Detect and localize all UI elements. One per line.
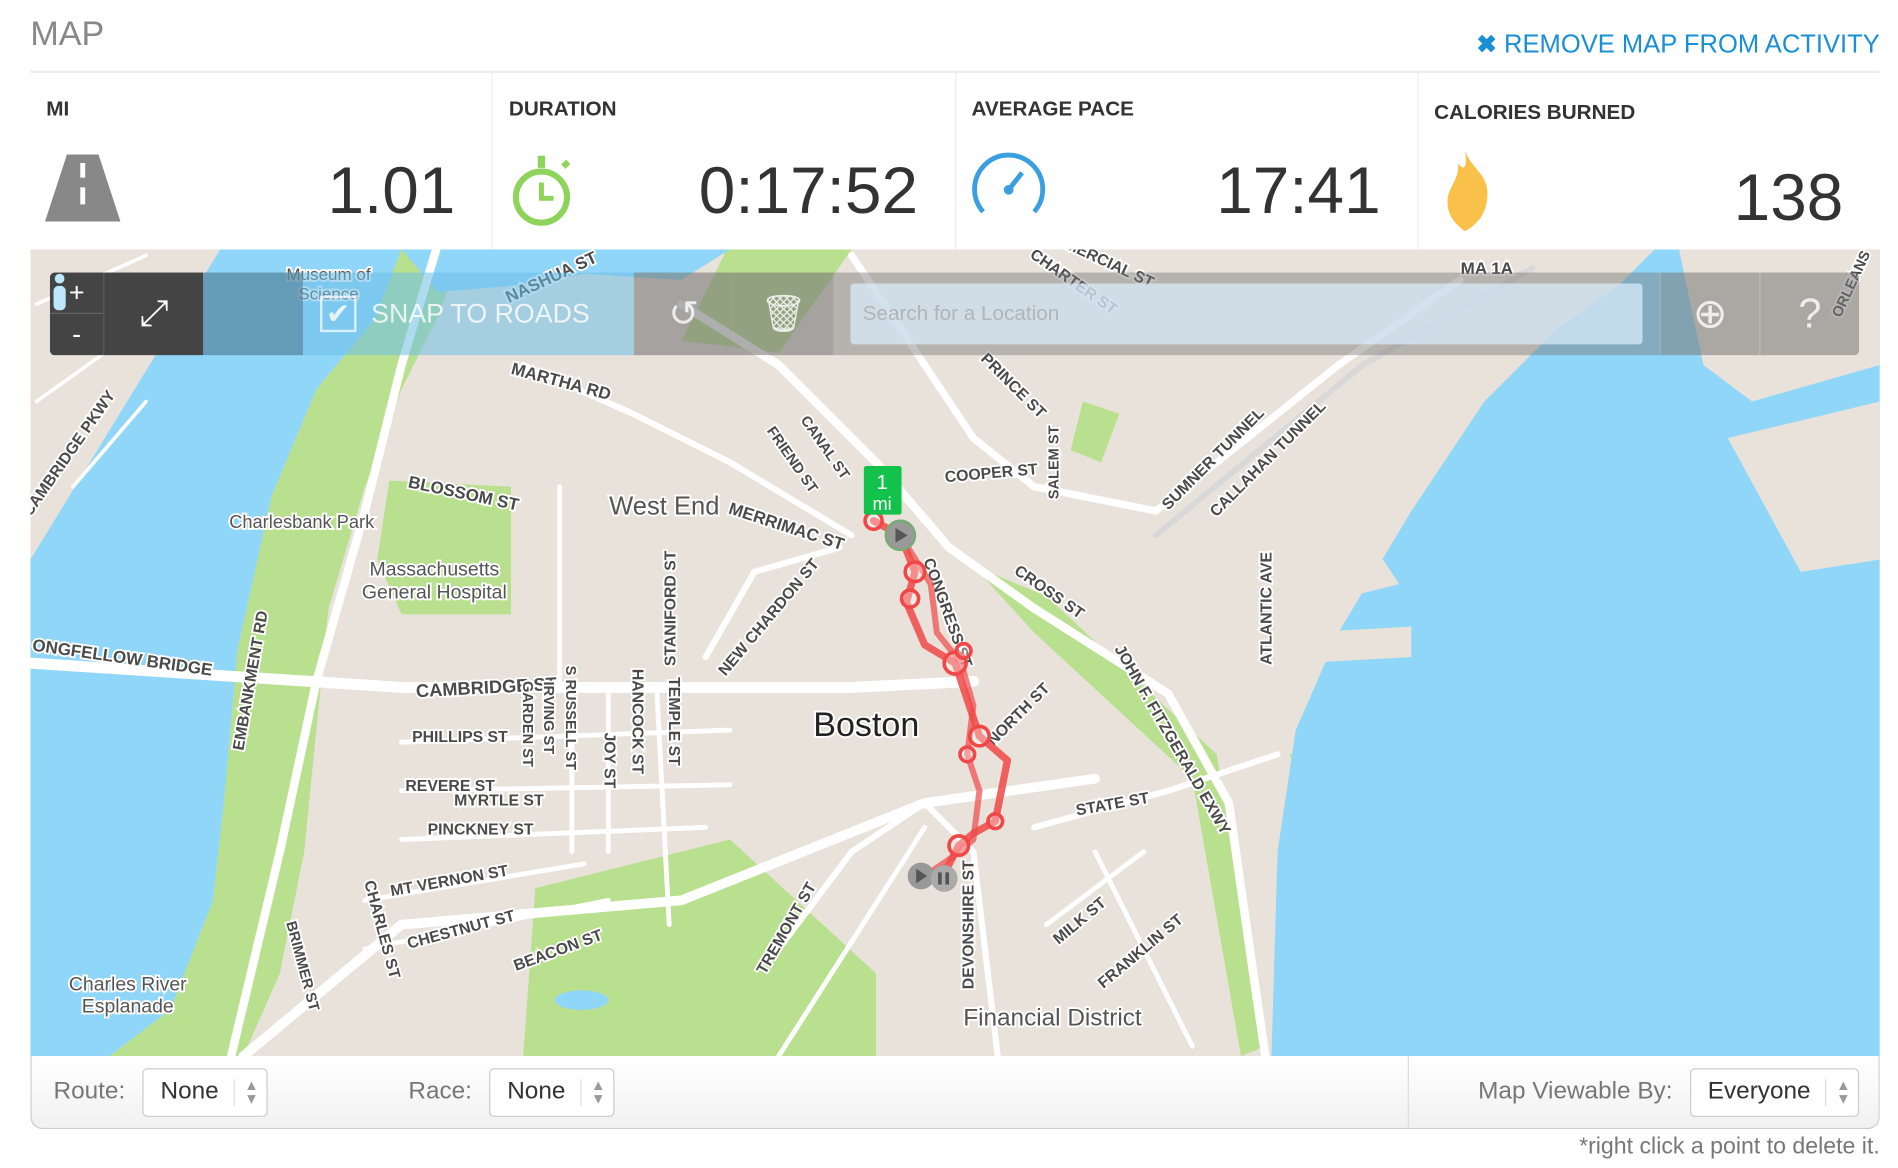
map-label: MT VERNON ST bbox=[389, 863, 510, 901]
map-options-bar: Route: None ▲ ▼ Race: None ▲ ▼ Map Viewable … bbox=[30, 1056, 1880, 1130]
undo-icon: ↺ bbox=[668, 293, 700, 334]
stat-label: MI bbox=[46, 97, 70, 121]
stat-label: AVERAGE PACE bbox=[971, 97, 1134, 121]
map-label: TEMPLE ST bbox=[665, 677, 682, 766]
map-label: MYRTLE ST bbox=[454, 792, 544, 809]
mile-marker: 1mi bbox=[863, 465, 902, 515]
fullscreen-button[interactable]: ⤢ bbox=[103, 272, 204, 356]
map-label: SALEM ST bbox=[1047, 425, 1063, 499]
map-label: Massachusetts bbox=[369, 558, 499, 580]
map-label: PRINCE ST bbox=[977, 350, 1049, 422]
flame-icon bbox=[1447, 150, 1488, 232]
search-container bbox=[833, 272, 1660, 356]
checkbox-checked-icon[interactable]: ✔ bbox=[319, 295, 357, 333]
locate-me-button[interactable]: ⊕ bbox=[1659, 272, 1760, 356]
select-arrows-icon: ▲ ▼ bbox=[580, 1077, 605, 1105]
map-label: MERRIMAC ST bbox=[726, 499, 847, 554]
stat-duration: DURATION 0:17:52 bbox=[493, 73, 956, 250]
route-label: Route: bbox=[53, 1077, 126, 1105]
map-label: S RUSSELL ST bbox=[562, 666, 578, 770]
page-title: MAP bbox=[30, 14, 105, 53]
stat-label: DURATION bbox=[508, 97, 617, 121]
map-label: ATLANTIC AVE bbox=[1258, 552, 1275, 665]
map-label: PHILLIPS ST bbox=[412, 729, 508, 746]
map-toolbar: + - ⤢ ✔ SNAP TO ROADS ↺ 🗑 ⊕ ? bbox=[49, 272, 1860, 356]
map-label: PINCKNEY ST bbox=[428, 822, 534, 839]
stat-value: 138 bbox=[1733, 161, 1844, 235]
map-label: GARDEN ST bbox=[519, 681, 535, 767]
stat-pace: AVERAGE PACE 17:41 bbox=[956, 73, 1419, 250]
snap-to-roads-toggle[interactable]: ✔ SNAP TO ROADS bbox=[302, 272, 634, 356]
viewable-select[interactable]: Everyone ▲ ▼ bbox=[1689, 1067, 1860, 1117]
map-label: DEVONSHIRE ST bbox=[960, 860, 977, 989]
map-label: Charles River bbox=[69, 973, 187, 995]
map-label: FRANKLIN ST bbox=[1095, 911, 1187, 992]
race-label: Race: bbox=[408, 1077, 472, 1105]
map-canvas[interactable]: Museum ofScienceNASHUA STMARTHA RDCANAL … bbox=[30, 249, 1880, 1057]
map-label: Esplanade bbox=[82, 995, 174, 1017]
map-label: STANIFORD ST bbox=[662, 550, 679, 666]
map-layer[interactable]: Museum ofScienceNASHUA STMARTHA RDCANAL … bbox=[30, 249, 1880, 1057]
race-select[interactable]: None ▲ ▼ bbox=[488, 1067, 614, 1117]
location-search-input[interactable] bbox=[850, 283, 1643, 345]
map-label: IRVING ST bbox=[540, 681, 556, 754]
map-label: Charlesbank Park bbox=[229, 511, 375, 532]
divider bbox=[1407, 1056, 1409, 1128]
undo-button[interactable]: ↺ bbox=[633, 272, 734, 356]
crosshair-icon: ⊕ bbox=[1692, 290, 1728, 338]
pier bbox=[1301, 626, 1412, 664]
map-label: HANCOCK ST bbox=[629, 669, 646, 775]
map-label: General Hospital bbox=[362, 582, 507, 604]
remove-map-label: REMOVE MAP FROM ACTIVITY bbox=[1504, 29, 1880, 58]
route-select-value: None bbox=[160, 1077, 219, 1105]
svg-text:mi: mi bbox=[872, 493, 891, 514]
park bbox=[1070, 401, 1120, 463]
map-label: NORTH ST bbox=[984, 680, 1053, 749]
map-label: Financial District bbox=[963, 1005, 1142, 1032]
viewable-select-value: Everyone bbox=[1707, 1077, 1811, 1105]
frog-pond bbox=[554, 990, 609, 1010]
stat-value: 0:17:52 bbox=[698, 154, 919, 228]
select-arrows-icon: ▲ ▼ bbox=[233, 1077, 259, 1105]
road bbox=[1031, 751, 1281, 831]
stat-distance: MI 1.01 bbox=[30, 73, 494, 250]
close-x-icon: ✖ bbox=[1476, 31, 1497, 59]
map-label: BRIMMER ST bbox=[282, 920, 321, 1013]
race-select-value: None bbox=[507, 1077, 566, 1105]
stat-value: 17:41 bbox=[1216, 154, 1381, 228]
route-select[interactable]: None ▲ ▼ bbox=[142, 1067, 268, 1117]
person-icon bbox=[53, 273, 66, 311]
viewable-label: Map Viewable By: bbox=[1478, 1077, 1673, 1105]
start-marker[interactable] bbox=[884, 519, 917, 552]
help-icon: ? bbox=[1798, 290, 1822, 337]
help-note: *right click a point to delete it. bbox=[1579, 1133, 1880, 1160]
remove-map-link[interactable]: ✖ REMOVE MAP FROM ACTIVITY bbox=[1476, 29, 1879, 59]
map-label: JOY ST bbox=[601, 732, 618, 788]
map-label: CHESTNUT ST bbox=[406, 907, 518, 952]
map-label: West End bbox=[609, 493, 719, 521]
map-label: CAMBRIDGE ST bbox=[415, 673, 557, 701]
map-label: MARTHA RD bbox=[509, 359, 613, 404]
stats-row: MI 1.01 DURATION 0:17:52 AVERAGE PACE 17… bbox=[30, 73, 1879, 250]
road-icon bbox=[45, 154, 121, 222]
stopwatch-icon bbox=[513, 155, 571, 226]
stat-value: 1.01 bbox=[327, 154, 456, 228]
map-label: Boston bbox=[813, 706, 919, 744]
help-button[interactable]: ? bbox=[1759, 272, 1860, 356]
map-label: STATE ST bbox=[1075, 790, 1151, 820]
trash-icon: 🗑 bbox=[760, 293, 807, 334]
street-view-button[interactable] bbox=[53, 272, 303, 356]
svg-text:1: 1 bbox=[876, 471, 888, 494]
snap-label: SNAP TO ROADS bbox=[371, 298, 590, 329]
stat-calories: CALORIES BURNED 138 bbox=[1418, 73, 1879, 249]
speedometer-icon bbox=[971, 152, 1045, 214]
stat-label: CALORIES BURNED bbox=[1434, 100, 1636, 125]
zoom-out-button[interactable]: - bbox=[50, 314, 104, 355]
select-arrows-icon: ▲ ▼ bbox=[1825, 1077, 1851, 1105]
expand-icon: ⤢ bbox=[139, 293, 169, 334]
delete-route-button[interactable]: 🗑 bbox=[733, 272, 834, 356]
